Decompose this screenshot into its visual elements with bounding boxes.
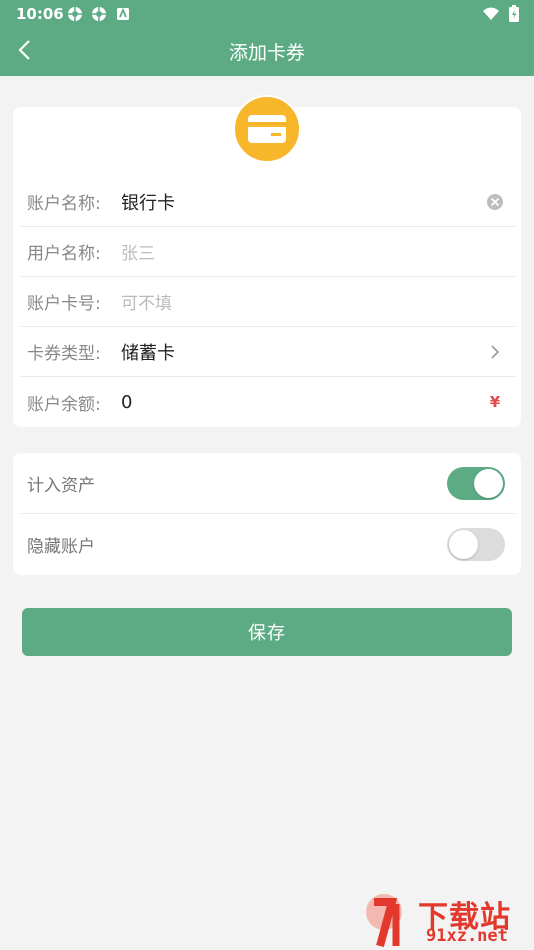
clear-button[interactable] <box>475 193 515 211</box>
card-type-icon[interactable] <box>233 95 301 163</box>
status-bar: 10:06 <box>0 0 534 28</box>
balance-row[interactable]: 账户余额: 0 ¥ <box>21 377 515 427</box>
app-notification-icon <box>114 5 132 23</box>
settings-card: 计入资产 隐藏账户 <box>13 453 521 575</box>
include-assets-row: 计入资产 <box>21 453 515 514</box>
save-button[interactable]: 保存 <box>22 608 512 656</box>
card-number-input[interactable]: 可不填 <box>121 289 475 314</box>
app-notification-icon <box>90 5 108 23</box>
battery-icon <box>508 5 520 27</box>
card-type-value: 储蓄卡 <box>121 342 175 364</box>
include-assets-toggle[interactable] <box>447 466 505 500</box>
card-type-row[interactable]: 卡券类型: 储蓄卡 <box>21 327 515 377</box>
credit-card-icon <box>248 115 286 143</box>
user-name-label: 用户名称: <box>27 244 101 264</box>
watermark-url: 91xz.net <box>426 926 508 946</box>
card-type-label: 卡券类型: <box>27 344 101 364</box>
account-name-input[interactable]: 银行卡 <box>121 189 475 215</box>
balance-input[interactable]: 0 <box>121 392 475 413</box>
currency-symbol: ¥ <box>489 393 501 411</box>
include-assets-label: 计入资产 <box>27 475 95 496</box>
toggle-knob <box>474 468 503 498</box>
system-icons <box>482 5 520 27</box>
watermark: 下载站 91xz.net <box>362 890 534 950</box>
card-number-label: 账户卡号: <box>27 294 101 314</box>
status-time: 10:06 <box>16 5 64 23</box>
hide-account-row: 隐藏账户 <box>21 514 515 575</box>
account-form-card: 账户名称: 银行卡 用户名称: 张三 账户卡号: 可不填 卡券类型: 储蓄卡 账… <box>13 95 521 427</box>
hide-account-label: 隐藏账户 <box>27 537 95 557</box>
hide-account-toggle[interactable] <box>447 528 505 561</box>
notification-icons <box>66 5 132 23</box>
card-type-chevron[interactable] <box>475 343 515 361</box>
user-name-input[interactable]: 张三 <box>121 239 475 264</box>
account-name-row[interactable]: 账户名称: 银行卡 <box>21 177 515 227</box>
toggle-knob <box>449 530 478 559</box>
balance-label: 账户余额: <box>27 394 101 415</box>
clear-icon <box>487 193 503 210</box>
site-logo-icon <box>366 894 402 948</box>
app-header: 10:06 添加卡券 <box>0 0 534 76</box>
app-notification-icon <box>66 5 84 23</box>
wifi-icon <box>482 5 500 27</box>
chevron-right-icon <box>491 344 500 359</box>
user-name-row[interactable]: 用户名称: 张三 <box>21 227 515 277</box>
card-number-row[interactable]: 账户卡号: 可不填 <box>21 277 515 327</box>
account-name-label: 账户名称: <box>27 194 101 214</box>
page-title: 添加卡券 <box>228 42 305 64</box>
